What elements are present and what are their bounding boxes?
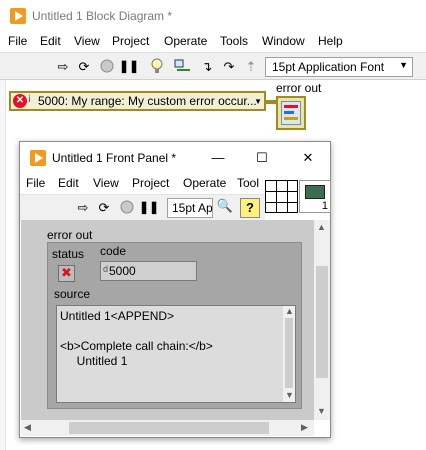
front-panel-horizontal-scrollbar[interactable]: ◀ ▶ (21, 420, 314, 436)
code-label: code (100, 244, 127, 258)
horizontal-scroll-thumb[interactable] (69, 422, 269, 434)
menu-view[interactable]: View (74, 34, 100, 48)
step-over-icon[interactable]: ↷ (220, 57, 238, 75)
menu-operate[interactable]: Operate (183, 176, 226, 190)
front-panel-canvas[interactable]: error out status code d 5000 source Unti… (21, 220, 314, 420)
search-icon[interactable]: 🔍 (215, 198, 235, 218)
block-diagram-menubar: File Edit View Project Operate Tools Win… (0, 32, 426, 52)
font-dropdown[interactable]: 15pt Ap (167, 198, 213, 218)
run-continuously-icon[interactable]: ⟳ (95, 198, 113, 216)
error-wire[interactable] (266, 100, 276, 104)
chevron-down-icon: ▼ (399, 60, 408, 70)
minimize-button[interactable]: — (206, 148, 230, 168)
menu-tools[interactable]: Tools (220, 34, 248, 48)
error-status-icon: ✕ (13, 94, 27, 108)
chevron-left-icon[interactable]: ◀ (24, 422, 31, 433)
front-panel-titlebar[interactable]: Untitled 1 Front Panel * — ☐ ✕ (20, 142, 330, 174)
code-indicator[interactable]: d 5000 (100, 261, 197, 281)
menu-edit[interactable]: Edit (58, 176, 79, 190)
font-dropdown-label: 15pt Ap (172, 201, 213, 215)
front-panel-title: Untitled 1 Front Panel * (52, 151, 177, 165)
menu-window[interactable]: Window (262, 34, 305, 48)
menu-operate[interactable]: Operate (164, 34, 207, 48)
run-continuously-icon[interactable]: ⟳ (75, 57, 93, 75)
menu-tools[interactable]: Tool (237, 176, 259, 190)
cluster-terminal-icon (281, 101, 301, 125)
block-diagram-toolbar: ⇨ ⟳ ❚❚ ↴ ↷ ⇡ 15pt Application Font ▼ (0, 52, 426, 80)
chevron-down-icon[interactable]: ▼ (317, 406, 326, 416)
menu-project[interactable]: Project (112, 34, 149, 48)
abort-icon[interactable] (98, 57, 116, 75)
vertical-scroll-thumb[interactable] (316, 266, 328, 378)
labview-app-icon (10, 8, 26, 24)
vi-icon[interactable]: 1 (299, 180, 331, 213)
run-arrow-icon[interactable]: ⇨ (74, 198, 92, 216)
maximize-button[interactable]: ☐ (250, 148, 274, 168)
menu-view[interactable]: View (93, 176, 119, 190)
font-dropdown-label: 15pt Application Font (272, 60, 385, 74)
pause-icon[interactable]: ❚❚ (119, 57, 139, 75)
menu-file[interactable]: File (26, 176, 45, 190)
vi-icon-art (305, 185, 325, 199)
terminal-label: error out (276, 81, 322, 95)
front-panel-menubar: File Edit View Project Operate Tool (20, 174, 265, 194)
status-label: status (52, 247, 85, 261)
highlight-execution-icon[interactable] (148, 57, 166, 75)
radix-indicator: d (103, 264, 109, 274)
status-indicator (58, 265, 75, 282)
chevron-right-icon[interactable]: ▶ (301, 422, 308, 433)
abort-icon[interactable] (118, 198, 136, 216)
close-button[interactable]: ✕ (296, 148, 320, 168)
code-value: 5000 (109, 264, 136, 278)
error-cluster-constant[interactable]: ✕ ⅰ 5000: My range: My custom error occu… (9, 91, 266, 111)
source-scroll-thumb[interactable] (285, 318, 293, 388)
font-dropdown[interactable]: 15pt Application Font ▼ (265, 57, 413, 77)
error-out-label: error out (47, 228, 93, 242)
source-label: source (54, 287, 91, 301)
menu-help[interactable]: Help (318, 34, 343, 48)
pause-icon[interactable]: ❚❚ (139, 198, 159, 216)
help-button[interactable]: ? (240, 198, 260, 218)
menu-edit[interactable]: Edit (40, 34, 61, 48)
run-arrow-icon[interactable]: ⇨ (54, 57, 72, 75)
step-into-icon[interactable]: ↴ (198, 57, 216, 75)
error-out-cluster[interactable]: status code d 5000 source Untitled 1<APP… (47, 242, 302, 409)
chevron-down-icon[interactable]: ▼ (285, 390, 294, 400)
source-indicator[interactable]: Untitled 1<APPEND> <b>Complete call chai… (56, 305, 296, 403)
info-icon: ⅰ (28, 94, 31, 105)
chevron-up-icon[interactable]: ▲ (285, 306, 294, 316)
connector-pane-icon[interactable] (265, 180, 298, 213)
source-text: Untitled 1<APPEND> <b>Complete call chai… (60, 309, 213, 368)
front-panel-window[interactable]: Untitled 1 Front Panel * — ☐ ✕ File Edit… (19, 141, 331, 438)
block-diagram-left-edge (0, 80, 6, 450)
labview-app-icon (30, 150, 46, 166)
vi-icon-number: 1 (321, 200, 328, 212)
menu-project[interactable]: Project (132, 176, 169, 190)
error-out-terminal[interactable] (276, 96, 306, 130)
error-constant-text: 5000: My range: My custom error occur... (38, 94, 257, 108)
block-diagram-title: Untitled 1 Block Diagram * (32, 9, 173, 23)
front-panel-vertical-scrollbar[interactable]: ▲ ▼ (314, 220, 330, 420)
front-panel-toolbar: ⇨ ⟳ ❚❚ 15pt Ap 🔍 ? (20, 194, 265, 220)
chevron-down-icon[interactable]: ▼ (254, 97, 262, 106)
menu-file[interactable]: File (8, 34, 27, 48)
retain-wire-values-icon[interactable] (174, 57, 192, 75)
chevron-up-icon[interactable]: ▲ (317, 222, 326, 232)
block-diagram-titlebar[interactable]: Untitled 1 Block Diagram * (0, 0, 426, 32)
step-out-icon[interactable]: ⇡ (242, 57, 260, 75)
source-scrollbar[interactable]: ▲ ▼ (283, 306, 295, 402)
